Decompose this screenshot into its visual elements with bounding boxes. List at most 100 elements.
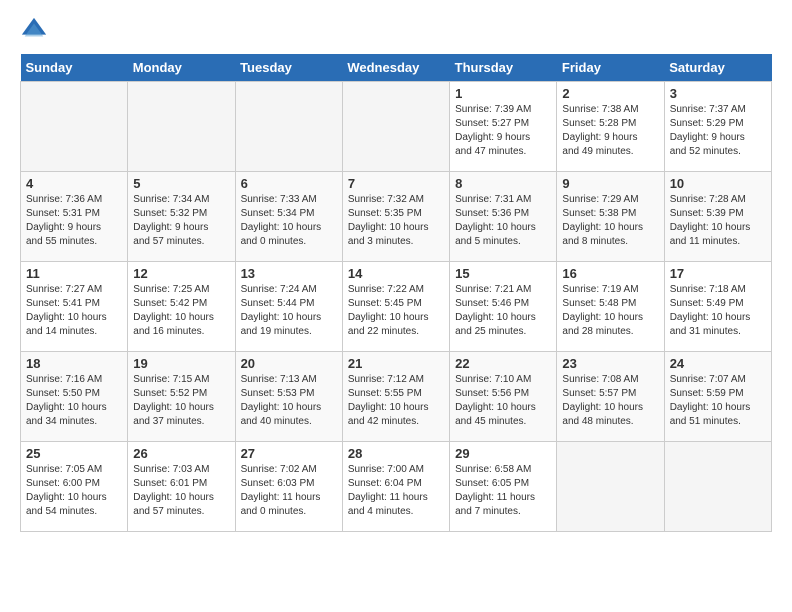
day-info: Sunrise: 7:15 AM Sunset: 5:52 PM Dayligh… <box>133 373 229 429</box>
day-number: 28 <box>348 446 444 461</box>
day-cell: 6 Sunrise: 7:33 AM Sunset: 5:34 PM Daylig… <box>235 172 342 262</box>
day-cell: 17 Sunrise: 7:18 AM Sunset: 5:49 PM Dayli… <box>664 262 771 352</box>
day-cell: 29 Sunrise: 6:58 AM Sunset: 6:05 PM Dayli… <box>450 442 557 532</box>
day-info: Sunrise: 7:37 AM Sunset: 5:29 PM Dayligh… <box>670 103 766 159</box>
day-number: 5 <box>133 176 229 191</box>
day-number: 15 <box>455 266 551 281</box>
day-cell: 10 Sunrise: 7:28 AM Sunset: 5:39 PM Dayli… <box>664 172 771 262</box>
day-info: Sunrise: 7:34 AM Sunset: 5:32 PM Dayligh… <box>133 193 229 249</box>
day-info: Sunrise: 7:38 AM Sunset: 5:28 PM Dayligh… <box>562 103 658 159</box>
day-cell: 3Sunrise: 7:37 AM Sunset: 5:29 PM Daylig… <box>664 82 771 172</box>
week-row-3: 11 Sunrise: 7:27 AM Sunset: 5:41 PM Dayli… <box>21 262 772 352</box>
day-info: Sunrise: 7:00 AM Sunset: 6:04 PM Dayligh… <box>348 463 444 519</box>
day-number: 26 <box>133 446 229 461</box>
day-info: Sunrise: 7:13 AM Sunset: 5:53 PM Dayligh… <box>241 373 337 429</box>
day-cell: 7 Sunrise: 7:32 AM Sunset: 5:35 PM Daylig… <box>342 172 449 262</box>
day-number: 6 <box>241 176 337 191</box>
day-cell: 27Sunrise: 7:02 AM Sunset: 6:03 PM Dayli… <box>235 442 342 532</box>
day-cell: 21 Sunrise: 7:12 AM Sunset: 5:55 PM Dayli… <box>342 352 449 442</box>
day-number: 17 <box>670 266 766 281</box>
calendar-table: SundayMondayTuesdayWednesdayThursdayFrid… <box>20 54 772 532</box>
header-cell-tuesday: Tuesday <box>235 54 342 82</box>
day-info: Sunrise: 7:21 AM Sunset: 5:46 PM Dayligh… <box>455 283 551 339</box>
day-number: 23 <box>562 356 658 371</box>
day-number: 25 <box>26 446 122 461</box>
day-cell: 13 Sunrise: 7:24 AM Sunset: 5:44 PM Dayli… <box>235 262 342 352</box>
day-info: Sunrise: 6:58 AM Sunset: 6:05 PM Dayligh… <box>455 463 551 519</box>
day-info: Sunrise: 7:16 AM Sunset: 5:50 PM Dayligh… <box>26 373 122 429</box>
calendar-body: 1 Sunrise: 7:39 AM Sunset: 5:27 PM Daylig… <box>21 82 772 532</box>
day-number: 1 <box>455 86 551 101</box>
header-cell-saturday: Saturday <box>664 54 771 82</box>
day-number: 22 <box>455 356 551 371</box>
day-info: Sunrise: 7:31 AM Sunset: 5:36 PM Dayligh… <box>455 193 551 249</box>
week-row-2: 4Sunrise: 7:36 AM Sunset: 5:31 PM Daylig… <box>21 172 772 262</box>
day-info: Sunrise: 7:32 AM Sunset: 5:35 PM Dayligh… <box>348 193 444 249</box>
day-number: 24 <box>670 356 766 371</box>
day-number: 10 <box>670 176 766 191</box>
day-cell <box>128 82 235 172</box>
logo-icon <box>20 16 48 44</box>
day-cell: 1 Sunrise: 7:39 AM Sunset: 5:27 PM Daylig… <box>450 82 557 172</box>
day-cell: 24 Sunrise: 7:07 AM Sunset: 5:59 PM Dayli… <box>664 352 771 442</box>
logo <box>20 16 52 44</box>
day-number: 16 <box>562 266 658 281</box>
day-cell: 8 Sunrise: 7:31 AM Sunset: 5:36 PM Daylig… <box>450 172 557 262</box>
day-cell: 26 Sunrise: 7:03 AM Sunset: 6:01 PM Dayli… <box>128 442 235 532</box>
day-info: Sunrise: 7:29 AM Sunset: 5:38 PM Dayligh… <box>562 193 658 249</box>
header-cell-friday: Friday <box>557 54 664 82</box>
day-info: Sunrise: 7:19 AM Sunset: 5:48 PM Dayligh… <box>562 283 658 339</box>
week-row-5: 25Sunrise: 7:05 AM Sunset: 6:00 PM Dayli… <box>21 442 772 532</box>
day-number: 20 <box>241 356 337 371</box>
day-number: 27 <box>241 446 337 461</box>
day-cell: 25Sunrise: 7:05 AM Sunset: 6:00 PM Dayli… <box>21 442 128 532</box>
day-number: 12 <box>133 266 229 281</box>
day-cell: 15 Sunrise: 7:21 AM Sunset: 5:46 PM Dayli… <box>450 262 557 352</box>
day-info: Sunrise: 7:28 AM Sunset: 5:39 PM Dayligh… <box>670 193 766 249</box>
day-number: 9 <box>562 176 658 191</box>
day-number: 14 <box>348 266 444 281</box>
day-number: 11 <box>26 266 122 281</box>
day-info: Sunrise: 7:27 AM Sunset: 5:41 PM Dayligh… <box>26 283 122 339</box>
day-cell: 23 Sunrise: 7:08 AM Sunset: 5:57 PM Dayli… <box>557 352 664 442</box>
day-number: 7 <box>348 176 444 191</box>
week-row-1: 1 Sunrise: 7:39 AM Sunset: 5:27 PM Daylig… <box>21 82 772 172</box>
week-row-4: 18Sunrise: 7:16 AM Sunset: 5:50 PM Dayli… <box>21 352 772 442</box>
day-info: Sunrise: 7:10 AM Sunset: 5:56 PM Dayligh… <box>455 373 551 429</box>
day-info: Sunrise: 7:33 AM Sunset: 5:34 PM Dayligh… <box>241 193 337 249</box>
header-cell-thursday: Thursday <box>450 54 557 82</box>
day-cell: 14 Sunrise: 7:22 AM Sunset: 5:45 PM Dayli… <box>342 262 449 352</box>
calendar-header: SundayMondayTuesdayWednesdayThursdayFrid… <box>21 54 772 82</box>
day-cell: 19 Sunrise: 7:15 AM Sunset: 5:52 PM Dayli… <box>128 352 235 442</box>
day-number: 29 <box>455 446 551 461</box>
day-cell: 4Sunrise: 7:36 AM Sunset: 5:31 PM Daylig… <box>21 172 128 262</box>
day-cell <box>342 82 449 172</box>
day-cell: 22 Sunrise: 7:10 AM Sunset: 5:56 PM Dayli… <box>450 352 557 442</box>
day-info: Sunrise: 7:25 AM Sunset: 5:42 PM Dayligh… <box>133 283 229 339</box>
header-cell-wednesday: Wednesday <box>342 54 449 82</box>
day-info: Sunrise: 7:18 AM Sunset: 5:49 PM Dayligh… <box>670 283 766 339</box>
day-info: Sunrise: 7:12 AM Sunset: 5:55 PM Dayligh… <box>348 373 444 429</box>
day-cell <box>557 442 664 532</box>
day-cell: 20 Sunrise: 7:13 AM Sunset: 5:53 PM Dayli… <box>235 352 342 442</box>
header-cell-monday: Monday <box>128 54 235 82</box>
day-cell: 18Sunrise: 7:16 AM Sunset: 5:50 PM Dayli… <box>21 352 128 442</box>
day-info: Sunrise: 7:03 AM Sunset: 6:01 PM Dayligh… <box>133 463 229 519</box>
day-cell: 28 Sunrise: 7:00 AM Sunset: 6:04 PM Dayli… <box>342 442 449 532</box>
day-info: Sunrise: 7:22 AM Sunset: 5:45 PM Dayligh… <box>348 283 444 339</box>
day-info: Sunrise: 7:08 AM Sunset: 5:57 PM Dayligh… <box>562 373 658 429</box>
day-number: 19 <box>133 356 229 371</box>
day-number: 8 <box>455 176 551 191</box>
day-cell <box>21 82 128 172</box>
day-number: 13 <box>241 266 337 281</box>
header-row: SundayMondayTuesdayWednesdayThursdayFrid… <box>21 54 772 82</box>
day-number: 21 <box>348 356 444 371</box>
day-cell: 2 Sunrise: 7:38 AM Sunset: 5:28 PM Daylig… <box>557 82 664 172</box>
day-info: Sunrise: 7:07 AM Sunset: 5:59 PM Dayligh… <box>670 373 766 429</box>
header <box>20 16 772 44</box>
day-info: Sunrise: 7:24 AM Sunset: 5:44 PM Dayligh… <box>241 283 337 339</box>
day-info: Sunrise: 7:39 AM Sunset: 5:27 PM Dayligh… <box>455 103 551 159</box>
day-cell: 11 Sunrise: 7:27 AM Sunset: 5:41 PM Dayli… <box>21 262 128 352</box>
day-cell: 12 Sunrise: 7:25 AM Sunset: 5:42 PM Dayli… <box>128 262 235 352</box>
day-number: 2 <box>562 86 658 101</box>
